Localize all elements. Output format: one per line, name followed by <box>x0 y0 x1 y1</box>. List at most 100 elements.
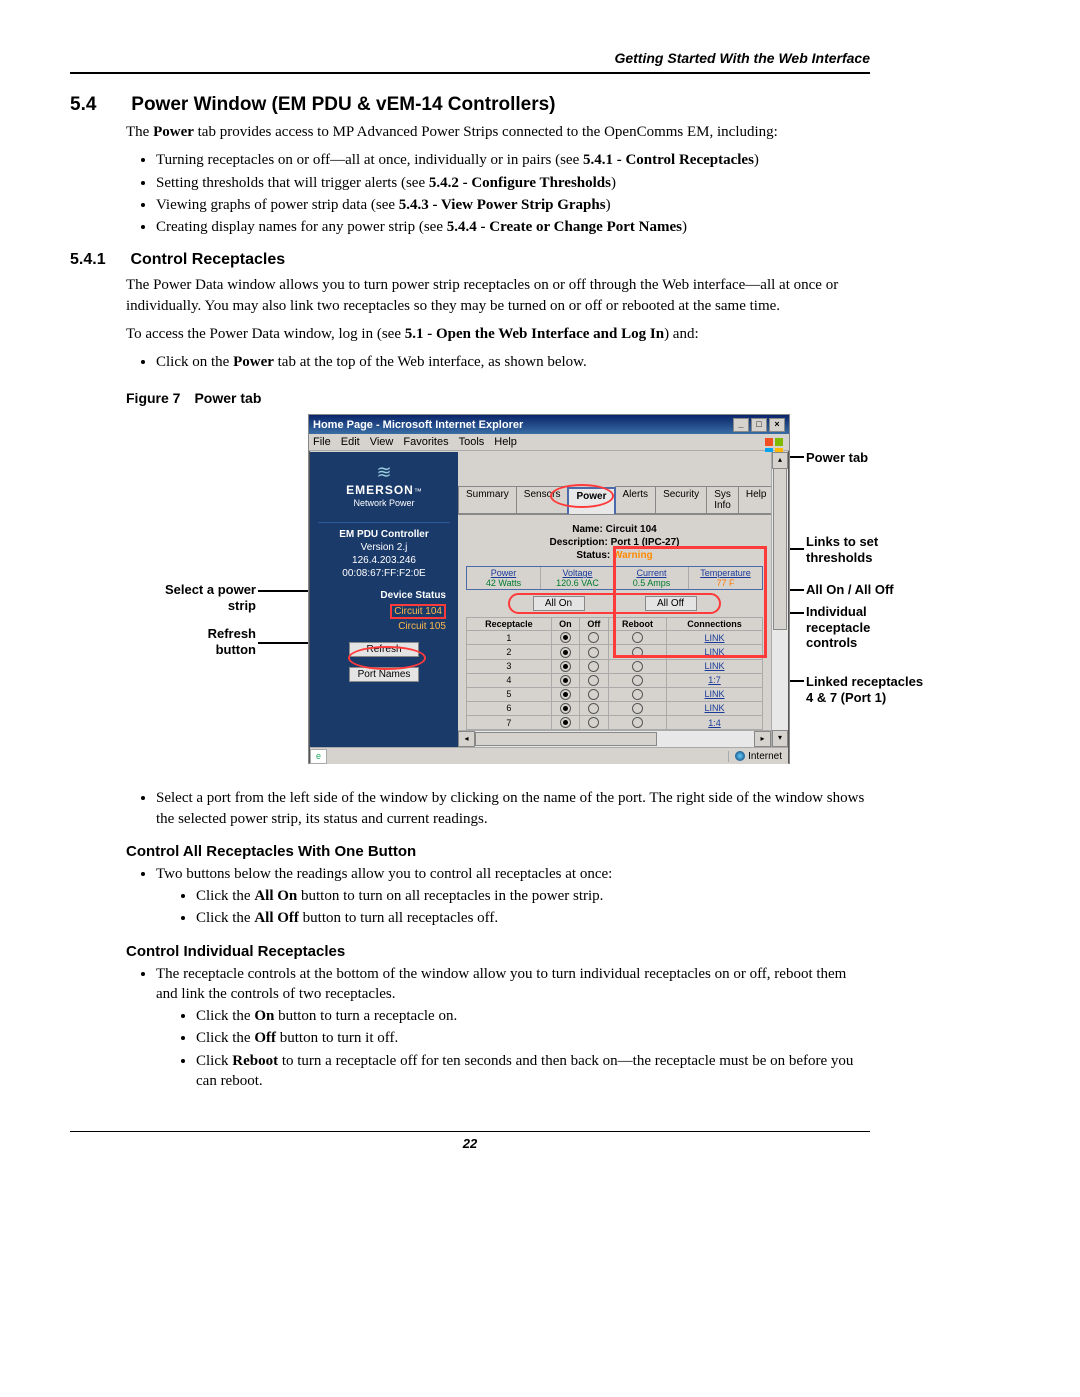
tab-sysinfo[interactable]: Sys Info <box>706 486 739 513</box>
menu-file[interactable]: File <box>313 436 331 448</box>
device-list: Circuit 104 Circuit 105 <box>310 603 458 632</box>
port-names-button[interactable]: Port Names <box>349 667 419 682</box>
reading-current[interactable]: Current0.5 Amps <box>615 567 689 589</box>
section-number: 5.4.1 <box>70 251 126 269</box>
cell-off[interactable] <box>579 673 608 687</box>
post-figure-list: Select a port from the left side of the … <box>156 788 870 829</box>
menu-help[interactable]: Help <box>494 436 517 448</box>
cell-connection[interactable]: 1:7 <box>666 673 762 687</box>
scroll-thumb[interactable] <box>475 732 657 746</box>
scroll-thumb[interactable] <box>773 468 787 630</box>
col-connections: Connections <box>666 618 762 631</box>
col-on: On <box>551 618 579 631</box>
col-reboot: Reboot <box>608 618 666 631</box>
col-off: Off <box>579 618 608 631</box>
cell-off[interactable] <box>579 687 608 701</box>
step-list: Click on the Power tab at the top of the… <box>156 352 870 372</box>
tab-security[interactable]: Security <box>655 486 707 513</box>
all-off-button[interactable]: All Off <box>645 596 697 611</box>
tab-summary[interactable]: Summary <box>458 486 517 513</box>
refresh-button[interactable]: Refresh <box>349 642 419 657</box>
cell-off[interactable] <box>579 701 608 715</box>
close-icon[interactable]: × <box>769 418 785 432</box>
table-row: 5 LINK <box>467 687 763 701</box>
reading-power[interactable]: Power42 Watts <box>467 567 541 589</box>
table-row: 41:7 <box>467 673 763 687</box>
scroll-up-icon[interactable]: ▴ <box>772 452 788 469</box>
cell-connection[interactable]: LINK <box>666 631 762 645</box>
annot-select-power-strip: Select a power strip <box>136 582 256 613</box>
control-individual-list: The receptacle controls at the bottom of… <box>156 964 870 1092</box>
cell-off[interactable] <box>579 659 608 673</box>
cell-reboot[interactable] <box>608 716 666 730</box>
cell-on[interactable] <box>551 687 579 701</box>
vertical-scrollbar[interactable]: ▴ ▾ <box>771 452 788 747</box>
receptacle-table: Receptacle On Off Reboot Connections 1LI… <box>466 617 763 730</box>
list-item: Two buttons below the readings allow you… <box>156 864 870 929</box>
ie-page-icon: e <box>310 749 327 764</box>
bottom-rule <box>70 1131 870 1132</box>
cell-connection[interactable]: LINK <box>666 701 762 715</box>
readings-table: Power42 Watts Voltage120.6 VAC Current0.… <box>466 566 763 590</box>
menu-bar: File Edit View Favorites Tools Help <box>309 434 789 451</box>
sidebar-item-circuit-105[interactable]: Circuit 105 <box>310 621 446 632</box>
tab-sensors[interactable]: Sensors <box>516 486 569 513</box>
figure-power-tab: Select a power strip Refresh button Powe… <box>136 414 936 774</box>
menu-favorites[interactable]: Favorites <box>403 436 448 448</box>
section-number: 5.4 <box>70 94 126 116</box>
cell-on[interactable] <box>551 659 579 673</box>
title-bar: Home Page - Microsoft Internet Explorer … <box>309 415 789 434</box>
figure-caption: Figure 7Power tab <box>126 390 870 406</box>
tab-bar: Summary Sensors Power Alerts Security Sy… <box>458 486 771 515</box>
cell-reboot[interactable] <box>608 673 666 687</box>
tab-alerts[interactable]: Alerts <box>615 486 657 513</box>
tab-power[interactable]: Power <box>567 487 615 514</box>
cell-reboot[interactable] <box>608 687 666 701</box>
cell-reboot[interactable] <box>608 701 666 715</box>
cell-reboot[interactable] <box>608 659 666 673</box>
cell-off[interactable] <box>579 645 608 659</box>
table-row: 71:4 <box>467 716 763 730</box>
cell-reboot[interactable] <box>608 631 666 645</box>
cell-on[interactable] <box>551 716 579 730</box>
menu-tools[interactable]: Tools <box>459 436 485 448</box>
section-intro: The Power tab provides access to MP Adva… <box>126 122 870 142</box>
cell-connection[interactable]: LINK <box>666 659 762 673</box>
scroll-right-icon[interactable]: ▸ <box>754 731 771 747</box>
main-panel: Summary Sensors Power Alerts Security Sy… <box>458 452 771 747</box>
annot-allon-alloff: All On / All Off <box>806 582 894 598</box>
cell-on[interactable] <box>551 673 579 687</box>
cell-connection[interactable]: 1:4 <box>666 716 762 730</box>
all-on-button[interactable]: All On <box>533 596 585 611</box>
col-receptacle: Receptacle <box>467 618 552 631</box>
list-item: Click the On button to turn a receptacle… <box>196 1006 870 1026</box>
cell-on[interactable] <box>551 631 579 645</box>
reading-temperature[interactable]: Temperature77 F <box>689 567 762 589</box>
tab-help[interactable]: Help <box>738 486 771 513</box>
cell-reboot[interactable] <box>608 645 666 659</box>
cell-on[interactable] <box>551 645 579 659</box>
section-5-4-heading: 5.4 Power Window (EM PDU & vEM-14 Contro… <box>70 94 870 116</box>
menu-edit[interactable]: Edit <box>341 436 360 448</box>
scroll-left-icon[interactable]: ◂ <box>458 731 475 747</box>
control-all-list: Two buttons below the readings allow you… <box>156 864 870 929</box>
annot-individual-controls: Individual receptacle controls <box>806 604 916 651</box>
scroll-down-icon[interactable]: ▾ <box>772 730 788 747</box>
sidebar-item-circuit-104[interactable]: Circuit 104 <box>390 604 446 619</box>
reading-voltage[interactable]: Voltage120.6 VAC <box>541 567 615 589</box>
page-number: 22 <box>70 1136 870 1151</box>
menu-view[interactable]: View <box>370 436 394 448</box>
annot-refresh: Refresh button <box>166 626 256 657</box>
cell-connection[interactable]: LINK <box>666 687 762 701</box>
horizontal-scrollbar[interactable]: ◂ ▸ <box>458 730 771 747</box>
annot-linked-receptacles: Linked receptacles 4 & 7 (Port 1) <box>806 674 926 705</box>
status-zone: Internet <box>728 751 788 762</box>
cell-off[interactable] <box>579 631 608 645</box>
minimize-icon[interactable]: _ <box>733 418 749 432</box>
cell-on[interactable] <box>551 701 579 715</box>
cell-off[interactable] <box>579 716 608 730</box>
cell-connection[interactable]: LINK <box>666 645 762 659</box>
table-row: 6LINK <box>467 701 763 715</box>
cell-receptacle: 5 <box>467 687 552 701</box>
maximize-icon[interactable]: □ <box>751 418 767 432</box>
